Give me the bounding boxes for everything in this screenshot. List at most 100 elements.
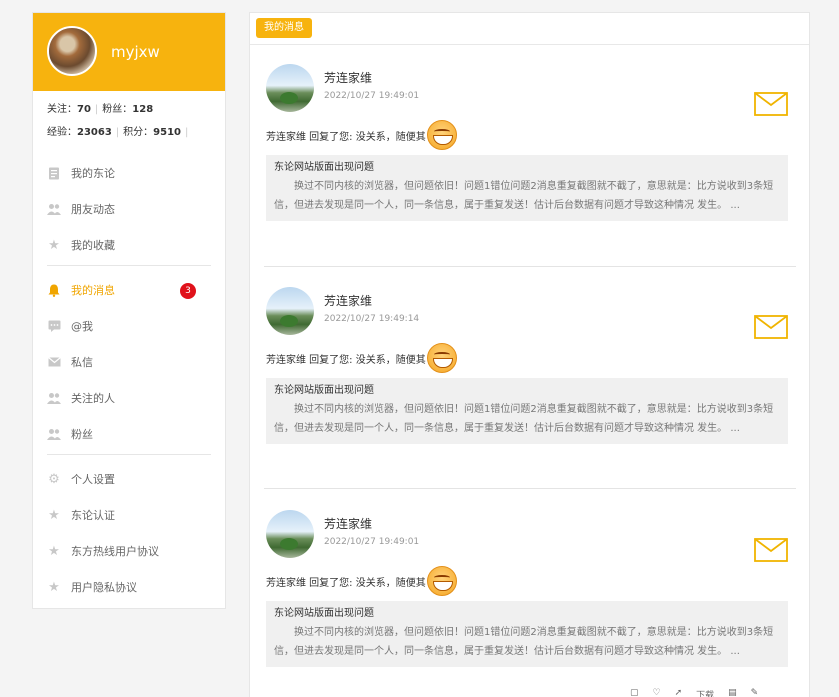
sidebar-divider bbox=[47, 265, 211, 266]
grin-emoji-icon bbox=[426, 343, 457, 373]
message-item: 芳连家维 2022/10/27 19:49:01 芳连家维 回复了您: 没关系，… bbox=[264, 64, 796, 244]
grin-emoji-icon bbox=[426, 120, 457, 150]
people-icon bbox=[47, 202, 61, 216]
sidebar-item-certification[interactable]: ★ 东论认证 bbox=[47, 497, 211, 533]
sidebar-item-label: 我的东论 bbox=[71, 167, 115, 180]
sidebar-item-label: 东论认证 bbox=[71, 509, 115, 522]
star-icon: ★ bbox=[48, 507, 60, 523]
quoted-post[interactable]: 东论网站版面出现问题 换过不同内核的浏览器，但问题依旧！问题1错位问题2消息重复… bbox=[266, 601, 788, 667]
bottom-toolbar: ▢ ♡ ➚ 下载 ▤ ✎ bbox=[630, 688, 839, 697]
print-icon[interactable]: ▤ bbox=[728, 688, 737, 697]
stat-separator: | bbox=[94, 104, 99, 115]
fans-count[interactable]: 128 bbox=[132, 103, 153, 126]
sender-avatar[interactable] bbox=[266, 510, 314, 558]
sidebar-divider bbox=[47, 454, 211, 455]
sidebar-item-my-posts[interactable]: 我的东论 bbox=[47, 155, 211, 191]
follow-count[interactable]: 70 bbox=[77, 103, 91, 126]
user-stats: 关注： 70 | 粉丝： 128 经验： 23063 | 积分： 9510 | bbox=[33, 91, 225, 149]
exp-label: 经验： bbox=[47, 127, 77, 138]
sidebar-item-user-agreement[interactable]: ★ 东方热线用户协议 bbox=[47, 533, 211, 569]
sender-avatar[interactable] bbox=[266, 287, 314, 335]
sidebar-item-personal-settings[interactable]: ⚙ 个人设置 bbox=[47, 461, 211, 497]
message-time: 2022/10/27 19:49:01 bbox=[324, 537, 420, 547]
sidebar-item-label: 用户隐私协议 bbox=[71, 581, 137, 594]
avatar[interactable] bbox=[47, 26, 97, 76]
sidebar-item-label: 我的消息 bbox=[71, 284, 115, 297]
sidebar-item-private-messages[interactable]: 私信 bbox=[47, 344, 211, 380]
quoted-post-title[interactable]: 东论网站版面出现问题 bbox=[274, 607, 780, 621]
sidebar-item-my-messages[interactable]: 我的消息 3 bbox=[47, 272, 211, 308]
star-icon: ★ bbox=[48, 579, 60, 595]
message-divider bbox=[264, 488, 796, 489]
sender-name[interactable]: 芳连家维 bbox=[324, 292, 372, 309]
sidebar-item-label: 个人设置 bbox=[71, 473, 115, 486]
sidebar-item-privacy-agreement[interactable]: ★ 用户隐私协议 bbox=[47, 569, 211, 605]
reply-line: 芳连家维 回复了您: 没关系，随便其 bbox=[266, 566, 457, 596]
screenshot-icon[interactable]: ▢ bbox=[630, 688, 639, 697]
stat-separator: | bbox=[185, 127, 189, 138]
quoted-post-title[interactable]: 东论网站版面出现问题 bbox=[274, 161, 780, 175]
stat-separator: | bbox=[115, 127, 120, 138]
message-divider bbox=[264, 266, 796, 267]
heart-icon[interactable]: ♡ bbox=[653, 688, 661, 697]
chat-bubble-icon bbox=[47, 319, 61, 333]
sidebar-item-following[interactable]: 关注的人 bbox=[47, 380, 211, 416]
points-label: 积分： bbox=[123, 127, 154, 138]
follow-label: 关注： bbox=[47, 104, 77, 115]
panel-header: 我的消息 bbox=[250, 13, 809, 45]
mail-icon[interactable] bbox=[754, 92, 788, 116]
star-icon: ★ bbox=[48, 543, 60, 559]
username[interactable]: myjxw bbox=[111, 43, 160, 61]
reply-text: 芳连家维 回复了您: 没关系，随便其 bbox=[266, 131, 426, 143]
quoted-post[interactable]: 东论网站版面出现问题 换过不同内核的浏览器，但问题依旧！问题1错位问题2消息重复… bbox=[266, 378, 788, 444]
grin-emoji-icon bbox=[426, 566, 457, 596]
sidebar-item-favorites[interactable]: ★ 我的收藏 bbox=[47, 227, 211, 263]
sidebar-item-label: 我的收藏 bbox=[71, 239, 115, 252]
message-item: 芳连家维 2022/10/27 19:49:01 芳连家维 回复了您: 没关系，… bbox=[264, 510, 796, 690]
edit-icon[interactable]: ✎ bbox=[751, 688, 759, 697]
message-item: 芳连家维 2022/10/27 19:49:14 芳连家维 回复了您: 没关系，… bbox=[264, 287, 796, 467]
sidebar-item-fans[interactable]: 粉丝 bbox=[47, 416, 211, 452]
quoted-post-body: 换过不同内核的浏览器，但问题依旧！问题1错位问题2消息重复截图就不截了，意思就是… bbox=[274, 404, 774, 434]
quoted-post-body: 换过不同内核的浏览器，但问题依旧！问题1错位问题2消息重复截图就不截了，意思就是… bbox=[274, 181, 774, 211]
fans-label: 粉丝： bbox=[102, 104, 133, 115]
gear-icon: ⚙ bbox=[48, 471, 60, 487]
messages-panel: 我的消息 芳连家维 2022/10/27 19:49:01 芳连家维 回复了您:… bbox=[249, 12, 810, 697]
bell-icon bbox=[47, 283, 61, 297]
quoted-post[interactable]: 东论网站版面出现问题 换过不同内核的浏览器，但问题依旧！问题1错位问题2消息重复… bbox=[266, 155, 788, 221]
message-time: 2022/10/27 19:49:01 bbox=[324, 91, 420, 101]
reply-text: 芳连家维 回复了您: 没关系，随便其 bbox=[266, 577, 426, 589]
reply-line: 芳连家维 回复了您: 没关系，随便其 bbox=[266, 343, 457, 373]
sender-name[interactable]: 芳连家维 bbox=[324, 515, 372, 532]
sidebar-item-label: 东方热线用户协议 bbox=[71, 545, 159, 558]
exp-value: 23063 bbox=[77, 127, 112, 138]
reply-text: 芳连家维 回复了您: 没关系，随便其 bbox=[266, 354, 426, 366]
quoted-post-body: 换过不同内核的浏览器，但问题依旧！问题1错位问题2消息重复截图就不截了，意思就是… bbox=[274, 627, 774, 657]
sidebar-nav: 我的东论 朋友动态 ★ 我的收藏 我的消息 3 @我 私信 关注的人 粉丝 ⚙ … bbox=[33, 149, 225, 611]
profile-header: myjxw bbox=[33, 13, 225, 91]
star-icon: ★ bbox=[48, 237, 60, 253]
message-time: 2022/10/27 19:49:14 bbox=[324, 314, 420, 324]
points-value: 9510 bbox=[153, 127, 182, 138]
sidebar-item-friend-activity[interactable]: 朋友动态 bbox=[47, 191, 211, 227]
mail-icon[interactable] bbox=[754, 315, 788, 339]
sidebar-item-label: 朋友动态 bbox=[71, 203, 115, 216]
unread-count-badge: 3 bbox=[180, 283, 196, 299]
download-button[interactable]: 下载 bbox=[696, 688, 714, 697]
share-icon[interactable]: ➚ bbox=[675, 688, 683, 697]
sidebar-item-label: 关注的人 bbox=[71, 392, 115, 405]
document-icon bbox=[47, 166, 61, 180]
user-sidebar: myjxw 关注： 70 | 粉丝： 128 经验： 23063 | 积分： 9… bbox=[32, 12, 226, 609]
sidebar-item-mentions[interactable]: @我 bbox=[47, 308, 211, 344]
sender-avatar[interactable] bbox=[266, 64, 314, 112]
mail-icon bbox=[47, 355, 61, 369]
sidebar-item-label: @我 bbox=[71, 320, 93, 333]
sender-name[interactable]: 芳连家维 bbox=[324, 69, 372, 86]
reply-line: 芳连家维 回复了您: 没关系，随便其 bbox=[266, 120, 457, 150]
mail-icon[interactable] bbox=[754, 538, 788, 562]
sidebar-item-label: 私信 bbox=[71, 356, 93, 369]
sidebar-item-label: 粉丝 bbox=[71, 428, 93, 441]
quoted-post-title[interactable]: 东论网站版面出现问题 bbox=[274, 384, 780, 398]
people-icon bbox=[47, 427, 61, 441]
tab-my-messages[interactable]: 我的消息 bbox=[256, 18, 312, 38]
